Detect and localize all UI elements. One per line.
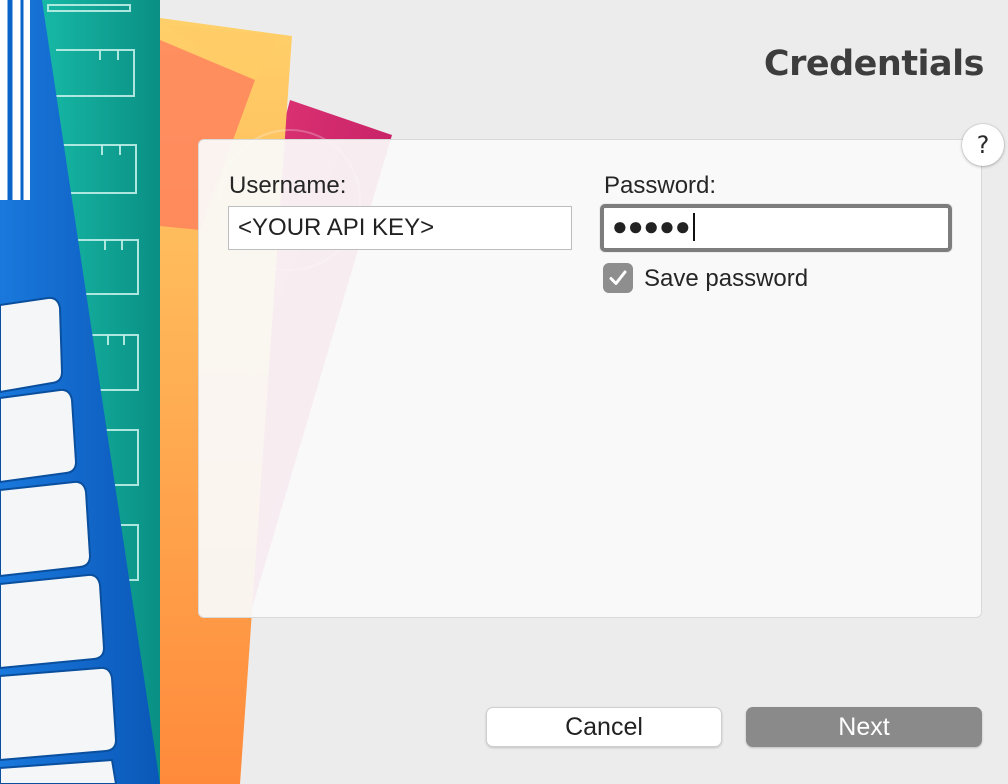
username-field[interactable]: <YOUR API KEY> [228, 206, 572, 250]
text-cursor [692, 212, 695, 241]
cancel-button[interactable]: Cancel [486, 707, 722, 747]
page-title: Credentials [763, 44, 985, 84]
help-icon: ? [976, 131, 990, 159]
password-label: Password: [604, 172, 717, 199]
username-label: Username: [229, 172, 347, 199]
help-button[interactable]: ? [962, 124, 1004, 166]
password-field[interactable]: ●●●●● [600, 204, 952, 252]
save-password-checkbox[interactable] [603, 263, 633, 293]
save-password-label[interactable]: Save password [644, 265, 808, 293]
next-button[interactable]: Next [746, 707, 982, 747]
checkmark-icon [609, 270, 627, 285]
password-value: ●●●●● [612, 211, 691, 241]
